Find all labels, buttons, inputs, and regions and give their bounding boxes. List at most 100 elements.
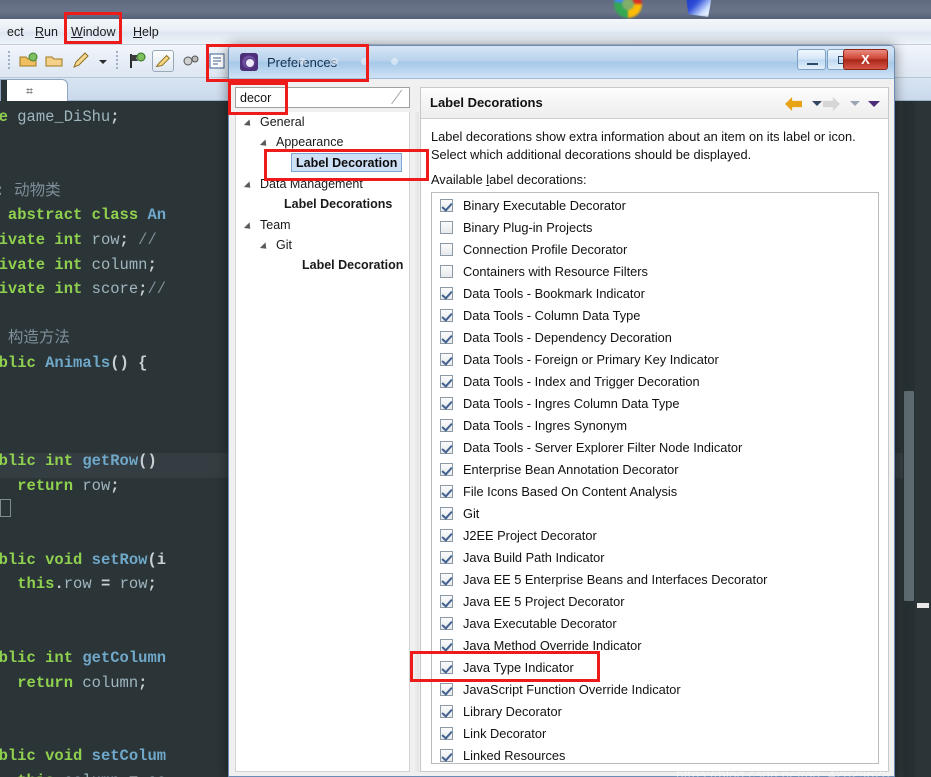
checkbox-icon[interactable] bbox=[440, 375, 453, 388]
checkbox-icon[interactable] bbox=[440, 353, 453, 366]
list-item[interactable]: Containers with Resource Filters bbox=[432, 261, 878, 283]
checkbox-icon[interactable] bbox=[440, 617, 453, 630]
debug-icon[interactable] bbox=[126, 50, 148, 72]
list-item[interactable]: Java EE 5 Enterprise Beans and Interface… bbox=[432, 569, 878, 591]
checkbox-icon[interactable] bbox=[440, 221, 453, 234]
outline-icon[interactable] bbox=[206, 50, 228, 72]
checkbox-icon[interactable] bbox=[440, 573, 453, 586]
checkbox-icon[interactable] bbox=[440, 683, 453, 696]
twisty-appearance-icon[interactable] bbox=[259, 139, 270, 149]
list-item[interactable]: Data Tools - Foreign or Primary Key Indi… bbox=[432, 349, 878, 371]
menu-item-help[interactable]: Help bbox=[128, 23, 164, 41]
preferences-dialog[interactable]: Preferences X ╱ General Appear bbox=[228, 45, 895, 777]
back-arrow-icon[interactable] bbox=[785, 97, 802, 111]
close-button[interactable]: X bbox=[843, 49, 888, 70]
forward-arrow-icon[interactable] bbox=[823, 97, 840, 111]
tree-item-appearance[interactable]: Appearance bbox=[276, 132, 343, 152]
dialog-sash[interactable] bbox=[414, 112, 419, 772]
list-item[interactable]: Java Executable Decorator bbox=[432, 613, 878, 635]
blue-app-icon[interactable] bbox=[678, 0, 720, 19]
list-item[interactable]: Binary Plug-in Projects bbox=[432, 217, 878, 239]
checkbox-icon[interactable] bbox=[440, 287, 453, 300]
filter-input[interactable] bbox=[235, 87, 410, 108]
twisty-git-icon[interactable] bbox=[259, 242, 270, 252]
checkbox-icon[interactable] bbox=[440, 749, 453, 762]
checkbox-icon[interactable] bbox=[440, 397, 453, 410]
tree-item-label-decorations[interactable]: Label Decorations bbox=[284, 194, 392, 214]
minimize-button[interactable] bbox=[797, 49, 826, 70]
link-icon[interactable] bbox=[180, 50, 202, 72]
dialog-body: ╱ General Appearance Label Decoration Da… bbox=[229, 79, 894, 776]
twisty-team-icon[interactable] bbox=[243, 222, 254, 232]
dialog-title-bar[interactable]: Preferences X bbox=[229, 46, 894, 79]
list-item[interactable]: Data Tools - Index and Trigger Decoratio… bbox=[432, 371, 878, 393]
open-folder-green-icon[interactable] bbox=[18, 50, 40, 72]
page-menu-caret-icon[interactable] bbox=[868, 101, 880, 107]
list-item[interactable]: J2EE Project Decorator bbox=[432, 525, 878, 547]
list-item[interactable]: Data Tools - Server Explorer Filter Node… bbox=[432, 437, 878, 459]
checkbox-icon[interactable] bbox=[440, 331, 453, 344]
checkbox-icon[interactable] bbox=[440, 705, 453, 718]
checkbox-icon[interactable] bbox=[440, 243, 453, 256]
list-item[interactable]: Data Tools - Ingres Column Data Type bbox=[432, 393, 878, 415]
tree-item-label-decoration-selected[interactable]: Label Decoration bbox=[291, 153, 403, 172]
menu-item-window[interactable]: Window bbox=[66, 23, 120, 41]
checkbox-icon[interactable] bbox=[440, 265, 453, 278]
list-item[interactable]: Link Decorator bbox=[432, 723, 878, 745]
checkbox-icon[interactable] bbox=[440, 727, 453, 740]
list-item[interactable]: Data Tools - Dependency Decoration bbox=[432, 327, 878, 349]
menu-item-run[interactable]: Run bbox=[30, 23, 63, 41]
list-item-java-type-indicator[interactable]: Java Type Indicator bbox=[432, 657, 878, 679]
twisty-data-management-icon[interactable] bbox=[243, 181, 254, 191]
list-item[interactable]: Data Tools - Ingres Synonym bbox=[432, 415, 878, 437]
list-item[interactable]: Connection Profile Decorator bbox=[432, 239, 878, 261]
tab-left-accent bbox=[1, 80, 7, 102]
open-folder-icon[interactable] bbox=[44, 50, 66, 72]
list-item[interactable]: Enterprise Bean Annotation Decorator bbox=[432, 459, 878, 481]
checkbox-icon[interactable] bbox=[440, 595, 453, 608]
tree-item-git-label-decoration[interactable]: Label Decoration bbox=[302, 255, 403, 275]
checkbox-icon[interactable] bbox=[440, 419, 453, 432]
list-item[interactable]: Java Build Path Indicator bbox=[432, 547, 878, 569]
preferences-tree[interactable]: General Appearance Label Decoration Data… bbox=[235, 112, 410, 772]
back-history-caret-icon[interactable] bbox=[812, 101, 822, 106]
list-item[interactable]: Data Tools - Bookmark Indicator bbox=[432, 283, 878, 305]
checkbox-icon[interactable] bbox=[440, 507, 453, 520]
checkbox-icon[interactable] bbox=[440, 485, 453, 498]
list-item[interactable]: JavaScript Function Override Indicator bbox=[432, 679, 878, 701]
dropdown-caret-icon[interactable] bbox=[92, 50, 114, 72]
page-header: Label Decorations bbox=[421, 88, 888, 119]
list-item[interactable]: Git bbox=[432, 503, 878, 525]
twisty-general-icon[interactable] bbox=[243, 119, 254, 129]
chrome-icon[interactable] bbox=[608, 0, 650, 19]
scrollbar-thumb[interactable] bbox=[904, 391, 914, 601]
tree-item-general[interactable]: General bbox=[260, 112, 304, 132]
tree-item-git[interactable]: Git bbox=[276, 235, 292, 255]
list-item[interactable]: Java Method Override Indicator bbox=[432, 635, 878, 657]
tree-item-team[interactable]: Team bbox=[260, 215, 291, 235]
list-item[interactable]: Java EE 5 Project Decorator bbox=[432, 591, 878, 613]
tree-item-data-management[interactable]: Data Management bbox=[260, 174, 363, 194]
checkbox-icon[interactable] bbox=[440, 463, 453, 476]
checkbox-icon[interactable] bbox=[440, 639, 453, 652]
decorations-list[interactable]: Binary Executable Decorator Binary Plug-… bbox=[431, 192, 879, 764]
clear-filter-icon[interactable]: ╱ bbox=[392, 90, 408, 104]
list-item[interactable]: Linked Resources bbox=[432, 745, 878, 763]
list-item[interactable]: Library Decorator bbox=[432, 701, 878, 723]
list-item[interactable]: Data Tools - Column Data Type bbox=[432, 305, 878, 327]
highlight-icon[interactable] bbox=[152, 50, 174, 72]
editor-vertical-scrollbar[interactable] bbox=[903, 101, 915, 777]
checkbox-icon[interactable] bbox=[440, 529, 453, 542]
pencil-icon[interactable] bbox=[70, 50, 92, 72]
list-item[interactable]: File Icons Based On Content Analysis bbox=[432, 481, 878, 503]
editor-tab-animals[interactable]: ⌗ bbox=[0, 79, 68, 102]
editor-overview-ruler[interactable] bbox=[915, 101, 931, 777]
checkbox-icon[interactable] bbox=[440, 551, 453, 564]
checkbox-icon[interactable] bbox=[440, 661, 453, 674]
checkbox-icon[interactable] bbox=[440, 441, 453, 454]
checkbox-icon[interactable] bbox=[440, 309, 453, 322]
forward-history-caret-icon[interactable] bbox=[850, 101, 860, 106]
list-item[interactable]: Binary Executable Decorator bbox=[432, 195, 878, 217]
checkbox-icon[interactable] bbox=[440, 199, 453, 212]
menu-item-project[interactable]: ect bbox=[2, 23, 29, 41]
